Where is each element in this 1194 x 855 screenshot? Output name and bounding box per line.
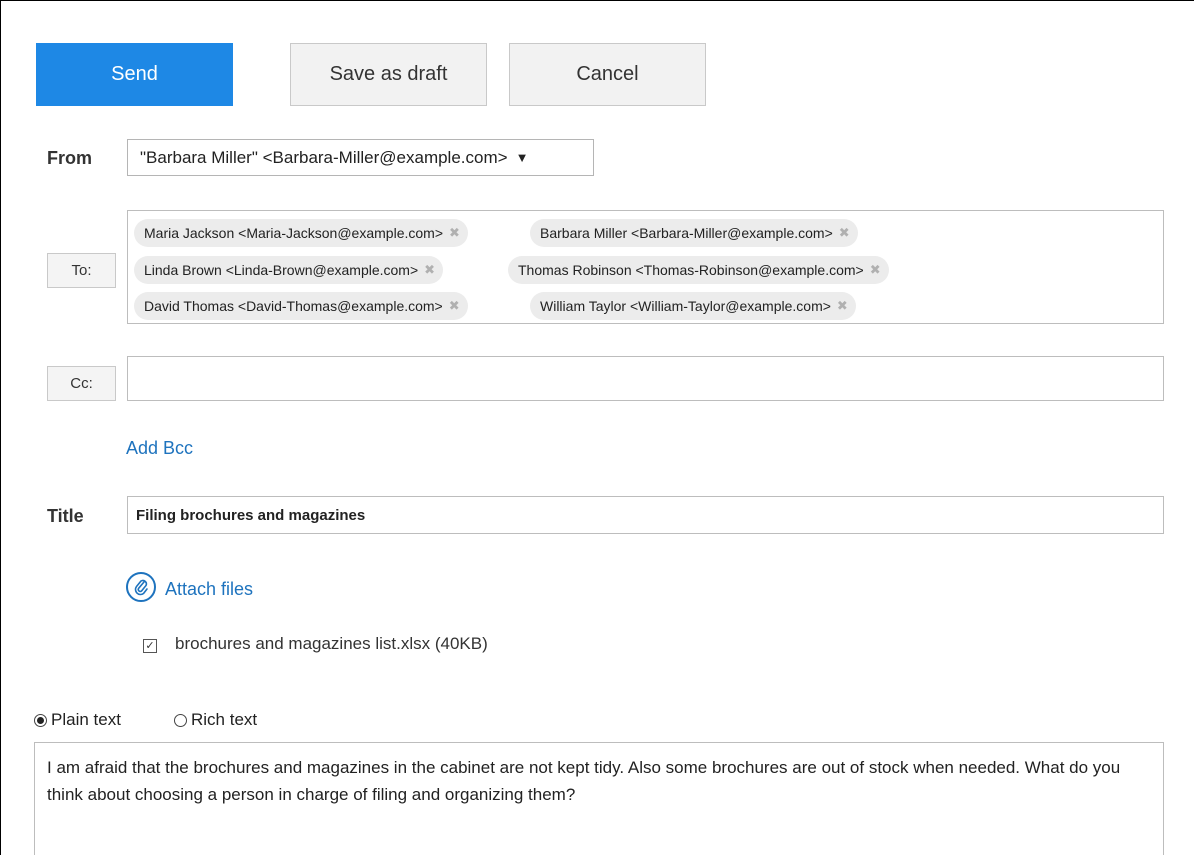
recipient-chip[interactable]: Thomas Robinson <Thomas-Robinson@example… [508, 256, 889, 284]
frame-border-left [0, 0, 1, 855]
cancel-button[interactable]: Cancel [509, 43, 706, 106]
plain-text-radio[interactable] [34, 714, 47, 727]
remove-recipient-icon[interactable]: ✖ [449, 225, 460, 241]
cc-button[interactable]: Cc: [47, 366, 116, 401]
recipient-chip-label: Barbara Miller <Barbara-Miller@example.c… [540, 225, 833, 241]
recipient-chip-label: Thomas Robinson <Thomas-Robinson@example… [518, 262, 864, 278]
plain-text-label[interactable]: Plain text [51, 710, 121, 730]
message-body-textarea[interactable]: I am afraid that the brochures and magaz… [34, 742, 1164, 855]
paperclip-icon[interactable] [126, 572, 156, 602]
from-select-value: "Barbara Miller" <Barbara-Miller@example… [140, 147, 508, 167]
rich-text-radio[interactable] [174, 714, 187, 727]
rich-text-label[interactable]: Rich text [191, 710, 257, 730]
attach-files-link[interactable]: Attach files [165, 579, 253, 600]
recipient-chip[interactable]: Linda Brown <Linda-Brown@example.com> ✖ [134, 256, 444, 284]
remove-recipient-icon[interactable]: ✖ [449, 298, 460, 314]
from-label: From [47, 148, 92, 168]
chevron-down-icon: ▼ [515, 150, 529, 165]
recipient-chip-label: Maria Jackson <Maria-Jackson@example.com… [144, 225, 443, 241]
recipient-chip[interactable]: David Thomas <David-Thomas@example.com> … [134, 292, 468, 320]
recipient-chip[interactable]: William Taylor <William-Taylor@example.c… [530, 292, 856, 320]
remove-recipient-icon[interactable]: ✖ [839, 225, 850, 241]
from-select[interactable]: "Barbara Miller" <Barbara-Miller@example… [127, 139, 594, 176]
remove-recipient-icon[interactable]: ✖ [424, 262, 435, 278]
recipient-chip[interactable]: Maria Jackson <Maria-Jackson@example.com… [134, 219, 468, 247]
save-as-draft-button[interactable]: Save as draft [290, 43, 487, 106]
title-label: Title [47, 506, 84, 526]
frame-border-top [0, 0, 1194, 1]
cc-field[interactable] [127, 356, 1164, 401]
add-bcc-link[interactable]: Add Bcc [126, 438, 193, 459]
recipient-chip[interactable]: Barbara Miller <Barbara-Miller@example.c… [530, 219, 858, 247]
title-input[interactable]: Filing brochures and magazines [127, 496, 1164, 534]
to-button[interactable]: To: [47, 253, 116, 288]
remove-recipient-icon[interactable]: ✖ [870, 262, 881, 278]
attachment-filename: brochures and magazines list.xlsx (40KB) [175, 634, 488, 653]
recipient-chip-label: Linda Brown <Linda-Brown@example.com> [144, 262, 419, 278]
remove-recipient-icon[interactable]: ✖ [837, 298, 848, 314]
to-field[interactable]: Maria Jackson <Maria-Jackson@example.com… [127, 210, 1164, 324]
send-button[interactable]: Send [36, 43, 233, 106]
attachment-checkbox[interactable]: ✓ [143, 639, 157, 653]
recipient-chip-label: William Taylor <William-Taylor@example.c… [540, 298, 831, 314]
recipient-chip-label: David Thomas <David-Thomas@example.com> [144, 298, 443, 314]
